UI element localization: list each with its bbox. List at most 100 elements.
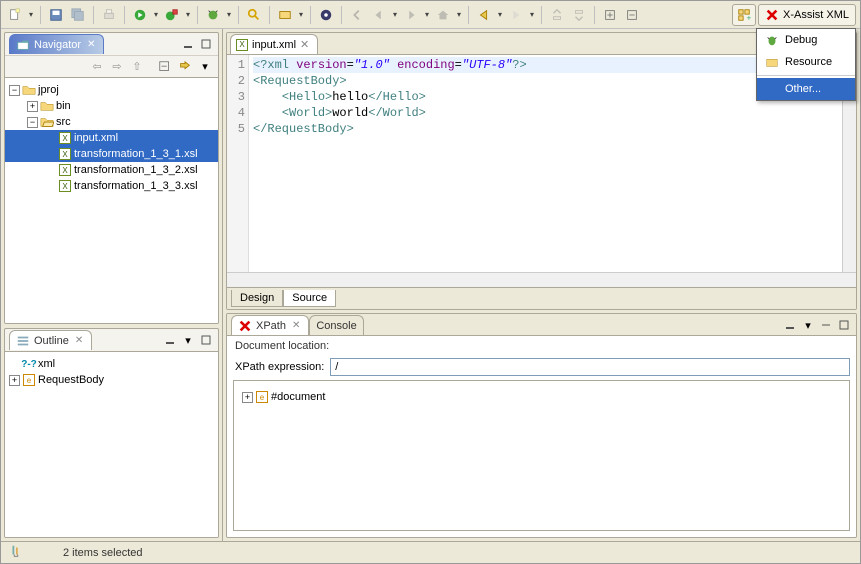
print-button[interactable] xyxy=(99,5,119,25)
editor-tab-label: input.xml xyxy=(252,39,296,51)
close-icon[interactable]: ✕ xyxy=(300,38,309,51)
step-return-button[interactable] xyxy=(569,5,589,25)
dropdown-arrow-icon[interactable]: ▾ xyxy=(184,10,192,19)
main-toolbar: ▾ ▾ ▾ ▾ ▾ ▾ ▾ ▾ xyxy=(1,1,860,29)
back-arrow-button[interactable] xyxy=(474,5,494,25)
navigator-tree[interactable]: −jproj+bin−srcXinput.xmlXtransformation_… xyxy=(5,77,218,323)
status-icon xyxy=(9,544,23,561)
forward-icon[interactable]: ⇨ xyxy=(108,58,126,76)
outline-tab[interactable]: Outline ✕ xyxy=(9,330,92,350)
tree-row[interactable]: +eRequestBody xyxy=(5,372,218,388)
maximize-icon[interactable] xyxy=(198,332,214,348)
tree-row[interactable]: Xtransformation_1_3_2.xsl xyxy=(5,162,218,178)
console-tab[interactable]: Console xyxy=(309,315,363,335)
xpath-tab[interactable]: XPath ✕ xyxy=(231,315,309,335)
tree-row[interactable]: Xinput.xml xyxy=(5,130,218,146)
dropdown-arrow-icon[interactable]: ▾ xyxy=(152,10,160,19)
twisty-icon[interactable] xyxy=(45,133,56,144)
new-wizard-button[interactable] xyxy=(5,5,25,25)
tree-node-icon xyxy=(40,99,54,113)
tree-node-label: jproj xyxy=(38,84,59,96)
minimize-icon[interactable] xyxy=(180,36,196,52)
nav-back-button[interactable] xyxy=(369,5,389,25)
xml-file-icon: X xyxy=(236,39,248,51)
collapse-button[interactable] xyxy=(622,5,642,25)
dropdown-arrow-icon[interactable]: ▾ xyxy=(27,10,35,19)
tree-node-icon xyxy=(22,83,36,97)
minimize-icon[interactable] xyxy=(782,317,798,333)
editor-tab[interactable]: X input.xml ✕ xyxy=(230,34,318,54)
save-button[interactable] xyxy=(46,5,66,25)
source-tab[interactable]: Source xyxy=(283,290,336,307)
view-menu-icon[interactable]: ▾ xyxy=(800,317,816,333)
nav-collapse-button[interactable] xyxy=(347,5,367,25)
link-editor-icon[interactable] xyxy=(176,58,194,76)
twisty-icon[interactable] xyxy=(45,165,56,176)
search-button[interactable] xyxy=(244,5,264,25)
twisty-icon[interactable] xyxy=(9,359,20,370)
eclipse-icon[interactable] xyxy=(316,5,336,25)
navigator-tab[interactable]: Navigator ✕ xyxy=(9,34,104,54)
run-button[interactable] xyxy=(130,5,150,25)
minimize-icon[interactable] xyxy=(162,332,178,348)
tree-node-label: input.xml xyxy=(74,132,118,144)
open-type-button[interactable] xyxy=(275,5,295,25)
twisty-icon[interactable]: − xyxy=(9,85,20,96)
bug-icon xyxy=(765,33,779,47)
close-icon[interactable]: ✕ xyxy=(85,39,97,50)
dropdown-arrow-icon[interactable]: ▾ xyxy=(496,10,504,19)
minimize2-icon[interactable] xyxy=(818,317,834,333)
tree-row[interactable]: Xtransformation_1_3_1.xsl xyxy=(5,146,218,162)
expand-button[interactable] xyxy=(600,5,620,25)
dropdown-arrow-icon[interactable]: ▾ xyxy=(528,10,536,19)
outline-tree[interactable]: ?-?xml+eRequestBody xyxy=(5,351,218,537)
fwd-arrow-button[interactable] xyxy=(506,5,526,25)
tree-node-label: transformation_1_3_1.xsl xyxy=(74,148,198,160)
dropdown-arrow-icon[interactable]: ▾ xyxy=(455,10,463,19)
horizontal-scrollbar[interactable] xyxy=(227,272,856,287)
tree-row[interactable]: ?-?xml xyxy=(5,356,218,372)
tree-row[interactable]: Xtransformation_1_3_3.xsl xyxy=(5,178,218,194)
open-perspective-button[interactable]: + xyxy=(732,4,756,26)
tree-row[interactable]: +e#document xyxy=(238,389,845,405)
statusbar: 2 items selected xyxy=(1,541,860,563)
navigator-subtoolbar: ⇦ ⇨ ⇧ ▾ xyxy=(5,55,218,77)
dropdown-arrow-icon[interactable]: ▾ xyxy=(225,10,233,19)
xpath-result-tree[interactable]: +e#document xyxy=(233,380,850,531)
external-tools-button[interactable] xyxy=(162,5,182,25)
dropdown-arrow-icon[interactable]: ▾ xyxy=(391,10,399,19)
twisty-icon[interactable] xyxy=(45,149,56,160)
perspective-menu-item-resource[interactable]: Resource xyxy=(757,51,855,73)
twisty-icon[interactable]: + xyxy=(9,375,20,386)
nav-home-button[interactable] xyxy=(433,5,453,25)
twisty-icon[interactable] xyxy=(45,181,56,192)
tree-row[interactable]: − jproj xyxy=(5,82,218,98)
tree-node-label: transformation_1_3_2.xsl xyxy=(74,164,198,176)
perspective-menu-item-other[interactable]: Other... xyxy=(757,78,855,100)
up-icon[interactable]: ⇧ xyxy=(128,58,146,76)
tree-row[interactable]: −src xyxy=(5,114,218,130)
twisty-icon[interactable]: − xyxy=(27,117,38,128)
maximize-icon[interactable] xyxy=(836,317,852,333)
maximize-icon[interactable] xyxy=(198,36,214,52)
dropdown-arrow-icon[interactable]: ▾ xyxy=(297,10,305,19)
save-all-button[interactable] xyxy=(68,5,88,25)
step-out-button[interactable] xyxy=(547,5,567,25)
nav-fwd-button[interactable] xyxy=(401,5,421,25)
close-icon[interactable]: ✕ xyxy=(290,320,302,331)
view-menu-icon[interactable]: ▾ xyxy=(196,58,214,76)
close-icon[interactable]: ✕ xyxy=(73,335,85,346)
debug-launch-button[interactable] xyxy=(203,5,223,25)
xpath-expression-input[interactable] xyxy=(330,358,850,376)
dropdown-arrow-icon[interactable]: ▾ xyxy=(423,10,431,19)
view-menu-icon[interactable]: ▾ xyxy=(180,332,196,348)
back-icon[interactable]: ⇦ xyxy=(88,58,106,76)
tree-row[interactable]: +bin xyxy=(5,98,218,114)
perspective-menu-item-debug[interactable]: Debug xyxy=(757,29,855,51)
twisty-icon[interactable]: + xyxy=(242,392,253,403)
active-perspective-button[interactable]: X-Assist XML xyxy=(758,4,856,26)
collapse-all-icon[interactable] xyxy=(156,58,174,76)
twisty-icon[interactable]: + xyxy=(27,101,38,112)
editor-code[interactable]: <?xml version="1.0" encoding="UTF-8"?><R… xyxy=(249,55,842,272)
design-tab[interactable]: Design xyxy=(231,290,283,307)
